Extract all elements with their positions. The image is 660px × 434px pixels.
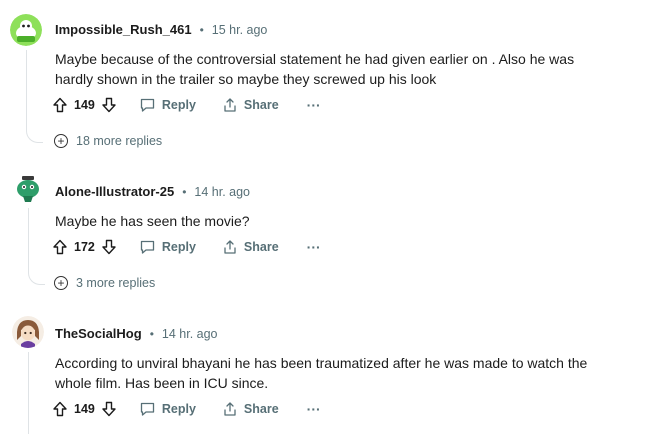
share-button[interactable]: Share bbox=[222, 401, 279, 417]
reply-label: Reply bbox=[161, 402, 196, 416]
reply-button[interactable]: Reply bbox=[139, 401, 196, 417]
thread-line[interactable] bbox=[28, 352, 29, 434]
reply-label: Reply bbox=[161, 240, 196, 254]
separator-dot: • bbox=[182, 184, 187, 199]
comment-meta: TheSocialHog • 14 hr. ago bbox=[55, 326, 218, 341]
more-replies-label: 18 more replies bbox=[76, 134, 163, 148]
thread-line[interactable] bbox=[28, 208, 29, 272]
share-label: Share bbox=[243, 402, 279, 416]
share-icon bbox=[222, 239, 238, 255]
reply-label: Reply bbox=[161, 98, 196, 112]
comment-bubble-icon bbox=[139, 239, 156, 255]
upvote-icon[interactable] bbox=[52, 401, 68, 417]
share-label: Share bbox=[243, 240, 279, 254]
thread-line[interactable] bbox=[26, 50, 27, 130]
comment-bubble-icon bbox=[139, 97, 156, 113]
timestamp[interactable]: 14 hr. ago bbox=[162, 327, 218, 341]
avatar[interactable] bbox=[12, 316, 44, 348]
comment-actions: 172 Reply Share ··· bbox=[52, 235, 321, 259]
share-icon bbox=[222, 401, 238, 417]
comment-actions: 149 Reply Share ··· bbox=[52, 93, 321, 117]
downvote-icon[interactable] bbox=[101, 97, 117, 113]
share-button[interactable]: Share bbox=[222, 239, 279, 255]
username[interactable]: Alone-Illustrator-25 bbox=[55, 184, 174, 199]
reply-button[interactable]: Reply bbox=[139, 97, 196, 113]
overflow-menu-icon[interactable]: ··· bbox=[307, 401, 321, 417]
upvote-icon[interactable] bbox=[52, 97, 68, 113]
reply-button[interactable]: Reply bbox=[139, 239, 196, 255]
comment-body: According to unviral bhayani he has been… bbox=[55, 355, 588, 391]
comment-actions: 149 Reply Share ··· bbox=[52, 397, 321, 421]
share-label: Share bbox=[243, 98, 279, 112]
upvote-icon[interactable] bbox=[52, 239, 68, 255]
downvote-icon[interactable] bbox=[101, 239, 117, 255]
vote-count: 172 bbox=[74, 240, 95, 254]
share-icon bbox=[222, 97, 238, 113]
comment-body: Maybe he has seen the movie? bbox=[55, 213, 250, 229]
username[interactable]: Impossible_Rush_461 bbox=[55, 22, 192, 37]
vote-control: 149 bbox=[52, 401, 117, 417]
share-button[interactable]: Share bbox=[222, 97, 279, 113]
plus-circle-icon: + bbox=[54, 276, 68, 290]
more-replies-link[interactable]: + 3 more replies bbox=[54, 276, 155, 290]
thread-connector bbox=[26, 128, 43, 143]
more-replies-label: 3 more replies bbox=[76, 276, 156, 290]
avatar[interactable] bbox=[10, 14, 42, 46]
comment-body: Maybe because of the controversial state… bbox=[55, 51, 575, 87]
comment-bubble-icon bbox=[139, 401, 156, 417]
separator-dot: • bbox=[149, 326, 154, 341]
vote-control: 172 bbox=[52, 239, 117, 255]
comment-meta: Alone-Illustrator-25 • 14 hr. ago bbox=[55, 184, 250, 199]
overflow-menu-icon[interactable]: ··· bbox=[307, 97, 321, 113]
vote-count: 149 bbox=[74, 402, 95, 416]
more-replies-link[interactable]: + 18 more replies bbox=[54, 134, 162, 148]
vote-count: 149 bbox=[74, 98, 95, 112]
overflow-menu-icon[interactable]: ··· bbox=[307, 239, 321, 255]
plus-circle-icon: + bbox=[54, 134, 68, 148]
timestamp[interactable]: 14 hr. ago bbox=[194, 185, 250, 199]
vote-control: 149 bbox=[52, 97, 117, 113]
username[interactable]: TheSocialHog bbox=[55, 326, 142, 341]
separator-dot: • bbox=[199, 22, 204, 37]
thread-connector bbox=[28, 270, 45, 285]
avatar[interactable] bbox=[12, 172, 44, 204]
downvote-icon[interactable] bbox=[101, 401, 117, 417]
timestamp[interactable]: 15 hr. ago bbox=[212, 23, 268, 37]
comment-meta: Impossible_Rush_461 • 15 hr. ago bbox=[55, 22, 267, 37]
